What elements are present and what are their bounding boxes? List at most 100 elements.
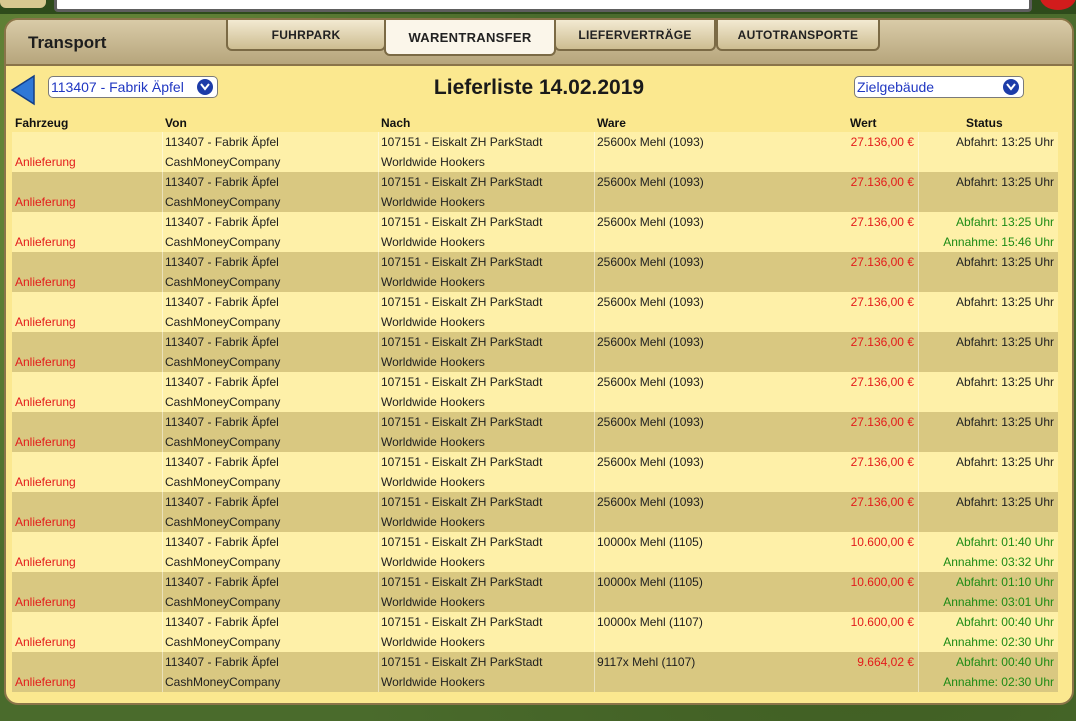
- table-row[interactable]: Anlieferung 113407 - Fabrik Äpfel CashMone…: [12, 372, 1058, 412]
- chevron-down-icon: [1003, 79, 1019, 95]
- column-separator: [918, 252, 919, 292]
- value-cell: 10.600,00 €: [850, 615, 914, 629]
- to-building: 107151 - Eiskalt ZH ParkStadt: [381, 215, 543, 229]
- status-departure: Abfahrt: 13:25 Uhr: [955, 255, 1054, 269]
- goods-cell: 25600x Mehl (1093): [597, 455, 704, 469]
- top-left-decoration: [0, 0, 46, 8]
- top-address-field[interactable]: [54, 0, 1032, 12]
- column-separator: [594, 172, 595, 212]
- column-separator: [162, 532, 163, 572]
- to-company: Worldwide Hookers: [381, 515, 485, 529]
- value-cell: 27.136,00 €: [850, 415, 914, 429]
- column-separator: [162, 652, 163, 692]
- from-building: 113407 - Fabrik Äpfel: [165, 295, 279, 309]
- column-separator: [594, 132, 595, 172]
- vehicle-cell: Anlieferung: [15, 275, 76, 289]
- value-cell: 27.136,00 €: [850, 335, 914, 349]
- status-departure: Abfahrt: 13:25 Uhr: [955, 375, 1054, 389]
- from-building: 113407 - Fabrik Äpfel: [165, 535, 279, 549]
- table-row[interactable]: Anlieferung 113407 - Fabrik Äpfel CashMone…: [12, 252, 1058, 292]
- table-row[interactable]: Anlieferung 113407 - Fabrik Äpfel CashMone…: [12, 332, 1058, 372]
- column-separator: [918, 132, 919, 172]
- vehicle-cell: Anlieferung: [15, 355, 76, 369]
- column-separator: [594, 292, 595, 332]
- from-building: 113407 - Fabrik Äpfel: [165, 615, 279, 629]
- column-separator: [162, 292, 163, 332]
- column-separator: [594, 572, 595, 612]
- from-company: CashMoneyCompany: [165, 555, 281, 569]
- value-cell: 27.136,00 €: [850, 215, 914, 229]
- from-building: 113407 - Fabrik Äpfel: [165, 135, 279, 149]
- column-separator: [378, 532, 379, 572]
- source-building-select[interactable]: 113407 - Fabrik Äpfel: [48, 76, 218, 98]
- source-building-value: 113407 - Fabrik Äpfel: [51, 79, 184, 95]
- target-building-value: Zielgebäude: [857, 79, 935, 95]
- from-company: CashMoneyCompany: [165, 315, 281, 329]
- to-building: 107151 - Eiskalt ZH ParkStadt: [381, 335, 543, 349]
- top-bar: [0, 0, 1076, 14]
- table-row[interactable]: Anlieferung 113407 - Fabrik Äpfel CashMone…: [12, 612, 1058, 652]
- column-header-fahrzeug: Fahrzeug: [15, 116, 69, 130]
- column-header-von: Von: [165, 116, 187, 130]
- column-separator: [378, 212, 379, 252]
- table-row[interactable]: Anlieferung 113407 - Fabrik Äpfel CashMone…: [12, 532, 1058, 572]
- column-separator: [162, 572, 163, 612]
- to-company: Worldwide Hookers: [381, 155, 485, 169]
- to-company: Worldwide Hookers: [381, 675, 485, 689]
- tab-autotransporte[interactable]: AUTOTRANSPORTE: [716, 20, 880, 51]
- vehicle-cell: Anlieferung: [15, 155, 76, 169]
- vehicle-cell: Anlieferung: [15, 235, 76, 249]
- status-departure: Abfahrt: 01:10 Uhr: [955, 575, 1054, 589]
- column-separator: [378, 492, 379, 532]
- column-separator: [378, 132, 379, 172]
- goods-cell: 25600x Mehl (1093): [597, 295, 704, 309]
- to-building: 107151 - Eiskalt ZH ParkStadt: [381, 375, 543, 389]
- from-building: 113407 - Fabrik Äpfel: [165, 655, 279, 669]
- table-row[interactable]: Anlieferung 113407 - Fabrik Äpfel CashMone…: [12, 652, 1058, 692]
- to-company: Worldwide Hookers: [381, 355, 485, 369]
- close-red-button[interactable]: [1040, 0, 1076, 10]
- column-separator: [162, 132, 163, 172]
- table-row[interactable]: Anlieferung 113407 - Fabrik Äpfel CashMone…: [12, 292, 1058, 332]
- table-row[interactable]: Anlieferung 113407 - Fabrik Äpfel CashMone…: [12, 452, 1058, 492]
- table-row[interactable]: Anlieferung 113407 - Fabrik Äpfel CashMone…: [12, 492, 1058, 532]
- to-building: 107151 - Eiskalt ZH ParkStadt: [381, 175, 543, 189]
- to-company: Worldwide Hookers: [381, 435, 485, 449]
- status-departure: Abfahrt: 13:25 Uhr: [955, 335, 1054, 349]
- tab-fuhrpark[interactable]: FUHRPARK: [226, 20, 386, 51]
- from-company: CashMoneyCompany: [165, 235, 281, 249]
- to-company: Worldwide Hookers: [381, 235, 485, 249]
- goods-cell: 10000x Mehl (1105): [597, 535, 703, 549]
- tab-warentransfer[interactable]: WARENTRANSFER: [384, 20, 556, 56]
- app-title: Transport: [28, 33, 107, 52]
- column-header-status: Status: [966, 116, 1003, 130]
- table-row[interactable]: Anlieferung 113407 - Fabrik Äpfel CashMone…: [12, 572, 1058, 612]
- table-row[interactable]: Anlieferung 113407 - Fabrik Äpfel CashMone…: [12, 172, 1058, 212]
- target-building-select[interactable]: Zielgebäude: [854, 76, 1024, 98]
- to-building: 107151 - Eiskalt ZH ParkStadt: [381, 575, 543, 589]
- tab-liefervertraege[interactable]: LIEFERVERTRÄGE: [554, 20, 716, 51]
- column-separator: [162, 172, 163, 212]
- from-building: 113407 - Fabrik Äpfel: [165, 455, 279, 469]
- to-building: 107151 - Eiskalt ZH ParkStadt: [381, 495, 543, 509]
- to-company: Worldwide Hookers: [381, 555, 485, 569]
- back-arrow-icon[interactable]: [10, 74, 36, 106]
- status-acceptance: Annahme: 02:30 Uhr: [943, 675, 1054, 689]
- to-building: 107151 - Eiskalt ZH ParkStadt: [381, 455, 543, 469]
- to-company: Worldwide Hookers: [381, 315, 485, 329]
- column-separator: [918, 412, 919, 452]
- goods-cell: 9117x Mehl (1107): [597, 655, 696, 669]
- column-separator: [918, 372, 919, 412]
- goods-cell: 25600x Mehl (1093): [597, 135, 704, 149]
- table-row[interactable]: Anlieferung 113407 - Fabrik Äpfel CashMone…: [12, 132, 1058, 172]
- column-separator: [378, 252, 379, 292]
- value-cell: 27.136,00 €: [850, 375, 914, 389]
- table-row[interactable]: Anlieferung 113407 - Fabrik Äpfel CashMone…: [12, 412, 1058, 452]
- table-row[interactable]: Anlieferung 113407 - Fabrik Äpfel CashMone…: [12, 212, 1058, 252]
- column-separator: [594, 412, 595, 452]
- column-separator: [918, 612, 919, 652]
- column-separator: [162, 332, 163, 372]
- column-header-ware: Ware: [597, 116, 626, 130]
- column-separator: [378, 292, 379, 332]
- status-departure: Abfahrt: 13:25 Uhr: [955, 135, 1054, 149]
